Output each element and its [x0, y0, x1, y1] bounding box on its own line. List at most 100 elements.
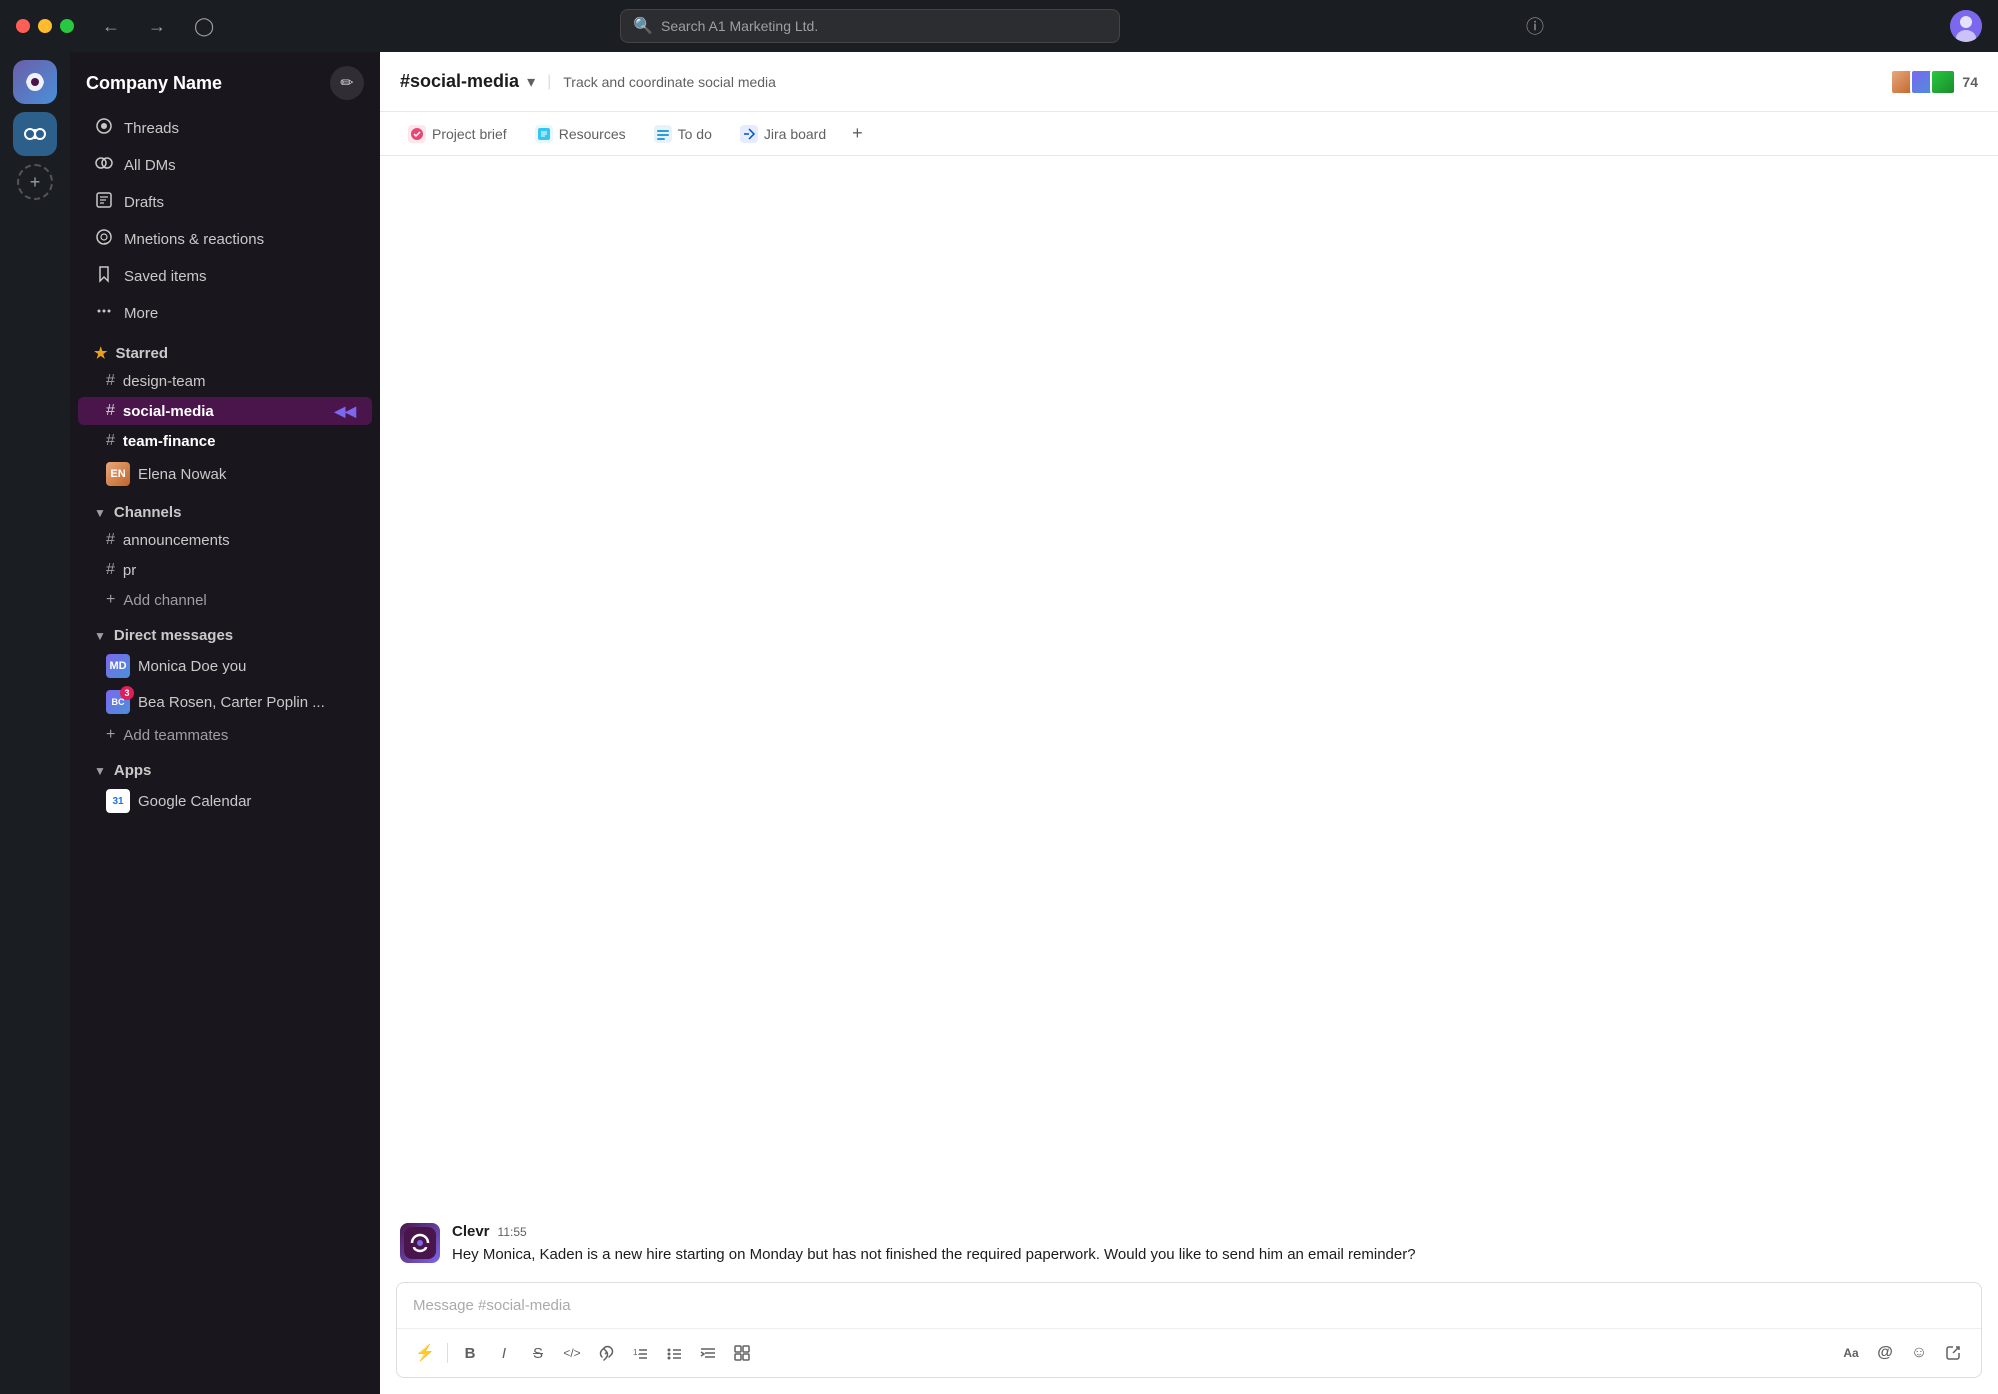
- add-channel-label: Add channel: [123, 592, 206, 609]
- nav-item-all-dms[interactable]: All DMs: [78, 148, 372, 183]
- message-author: Clevr: [452, 1223, 490, 1240]
- lightning-button[interactable]: ⚡: [409, 1337, 441, 1369]
- sidebar-header: Company Name ✏: [70, 52, 380, 110]
- unread-badge: 3: [120, 686, 134, 700]
- saved-label: Saved items: [124, 268, 207, 285]
- dm-item-elena-nowak[interactable]: EN Elena Nowak: [78, 457, 372, 491]
- close-button[interactable]: [16, 19, 30, 33]
- project-brief-icon: [408, 125, 426, 143]
- message-text: Hey Monica, Kaden is a new hire starting…: [452, 1244, 1978, 1267]
- mention-button[interactable]: @: [1869, 1337, 1901, 1369]
- unordered-list-button[interactable]: [658, 1337, 690, 1369]
- chevron-down-icon-apps: ▼: [94, 764, 106, 778]
- channel-item-team-finance[interactable]: # team-finance: [78, 427, 372, 455]
- hash-icon: #: [106, 372, 115, 390]
- starred-label: Starred: [115, 345, 168, 362]
- elena-label: Elena Nowak: [138, 466, 226, 483]
- apps-section-header[interactable]: ▼ Apps: [78, 754, 372, 783]
- channels-label: Channels: [114, 504, 182, 521]
- channel-members[interactable]: 74: [1890, 69, 1978, 95]
- channels-section-header[interactable]: ▼ Channels: [78, 496, 372, 525]
- elena-avatar: EN: [106, 462, 130, 486]
- monica-avatar: MD: [106, 654, 130, 678]
- direct-messages-section-header[interactable]: ▼ Direct messages: [78, 619, 372, 648]
- code-button[interactable]: </>: [556, 1337, 588, 1369]
- user-avatar[interactable]: [1950, 10, 1982, 42]
- message-input[interactable]: [397, 1283, 1981, 1328]
- channel-label: pr: [123, 562, 136, 579]
- to-do-icon: [654, 125, 672, 143]
- dm-item-monica-doe[interactable]: MD Monica Doe you: [78, 649, 372, 683]
- channel-label: team-finance: [123, 433, 216, 450]
- maximize-button[interactable]: [60, 19, 74, 33]
- link-button[interactable]: [590, 1337, 622, 1369]
- tab-to-do-label: To do: [678, 126, 712, 142]
- format-button[interactable]: Aa: [1835, 1337, 1867, 1369]
- app-icon-primary[interactable]: [13, 60, 57, 104]
- nav-item-threads[interactable]: Threads: [78, 111, 372, 146]
- tab-project-brief[interactable]: Project brief: [396, 119, 519, 149]
- company-name: Company Name: [86, 73, 222, 94]
- channel-item-design-team[interactable]: # design-team: [78, 367, 372, 395]
- add-teammates-button[interactable]: + Add teammates: [78, 721, 372, 749]
- app-item-google-calendar[interactable]: 31 Google Calendar: [78, 784, 372, 818]
- message-item: Clevr 11:55 Hey Monica, Kaden is a new h…: [380, 1207, 1998, 1283]
- emoji-button[interactable]: ☺: [1903, 1337, 1935, 1369]
- drafts-label: Drafts: [124, 194, 164, 211]
- hash-icon: #: [106, 531, 115, 549]
- history-button[interactable]: ◯: [186, 12, 222, 41]
- sidebar-nav: Company Name ✏ Threads All DMs Drafts: [70, 52, 380, 1394]
- add-workspace-button[interactable]: +: [17, 164, 53, 200]
- mentions-icon: [94, 228, 114, 251]
- channel-header: #social-media ▾ | Track and coordinate s…: [380, 52, 1998, 112]
- input-area: ⚡ B I S </> 1.: [396, 1282, 1982, 1378]
- strikethrough-button[interactable]: S: [522, 1337, 554, 1369]
- nav-item-mentions[interactable]: Mnetions & reactions: [78, 222, 372, 257]
- minimize-button[interactable]: [38, 19, 52, 33]
- more-label: More: [124, 305, 158, 322]
- tab-resources[interactable]: Resources: [523, 119, 638, 149]
- channel-dropdown-icon[interactable]: ▾: [527, 72, 535, 92]
- channel-item-pr[interactable]: # pr: [78, 556, 372, 584]
- forward-button[interactable]: →: [140, 12, 174, 41]
- google-calendar-icon: 31: [106, 789, 130, 813]
- threads-label: Threads: [124, 120, 179, 137]
- nav-item-more[interactable]: More: [78, 296, 372, 331]
- attach-button[interactable]: [1937, 1337, 1969, 1369]
- help-button[interactable]: ⓘ: [1518, 9, 1552, 43]
- chevron-down-icon: ▼: [94, 506, 106, 520]
- nav-item-saved[interactable]: Saved items: [78, 259, 372, 294]
- block-button[interactable]: [726, 1337, 758, 1369]
- hash-icon: #: [106, 432, 115, 450]
- add-channel-button[interactable]: + Add channel: [78, 586, 372, 614]
- app-icon-secondary[interactable]: [13, 112, 57, 156]
- dm-item-bea-rosen[interactable]: BC 3 Bea Rosen, Carter Poplin ...: [78, 685, 372, 719]
- channel-item-announcements[interactable]: # announcements: [78, 526, 372, 554]
- italic-button[interactable]: I: [488, 1337, 520, 1369]
- google-calendar-label: Google Calendar: [138, 793, 251, 810]
- bookmark-icon: ◀◀: [334, 403, 356, 420]
- bea-rosen-avatar: BC 3: [106, 690, 130, 714]
- direct-messages-label: Direct messages: [114, 627, 233, 644]
- indent-button[interactable]: [692, 1337, 724, 1369]
- message-time: 11:55: [498, 1225, 527, 1239]
- bold-button[interactable]: B: [454, 1337, 486, 1369]
- back-button[interactable]: ←: [94, 12, 128, 41]
- tab-jira-board[interactable]: Jira board: [728, 119, 838, 149]
- channel-title[interactable]: #social-media: [400, 71, 519, 92]
- starred-section-header[interactable]: ★ Starred: [78, 336, 372, 366]
- edit-button[interactable]: ✏: [330, 66, 364, 100]
- input-toolbar: ⚡ B I S </> 1.: [397, 1328, 1981, 1377]
- member-avatar-3: [1930, 69, 1956, 95]
- add-tab-button[interactable]: +: [842, 117, 873, 150]
- apps-label: Apps: [114, 762, 152, 779]
- chevron-down-icon-dm: ▼: [94, 629, 106, 643]
- ordered-list-button[interactable]: 1.: [624, 1337, 656, 1369]
- channel-item-social-media[interactable]: # social-media ◀◀: [78, 397, 372, 425]
- search-bar[interactable]: 🔍 Search A1 Marketing Ltd.: [620, 9, 1120, 43]
- star-icon: ★: [94, 344, 107, 362]
- tab-to-do[interactable]: To do: [642, 119, 724, 149]
- nav-item-drafts[interactable]: Drafts: [78, 185, 372, 220]
- search-icon: 🔍: [633, 16, 653, 36]
- hash-icon: #: [106, 561, 115, 579]
